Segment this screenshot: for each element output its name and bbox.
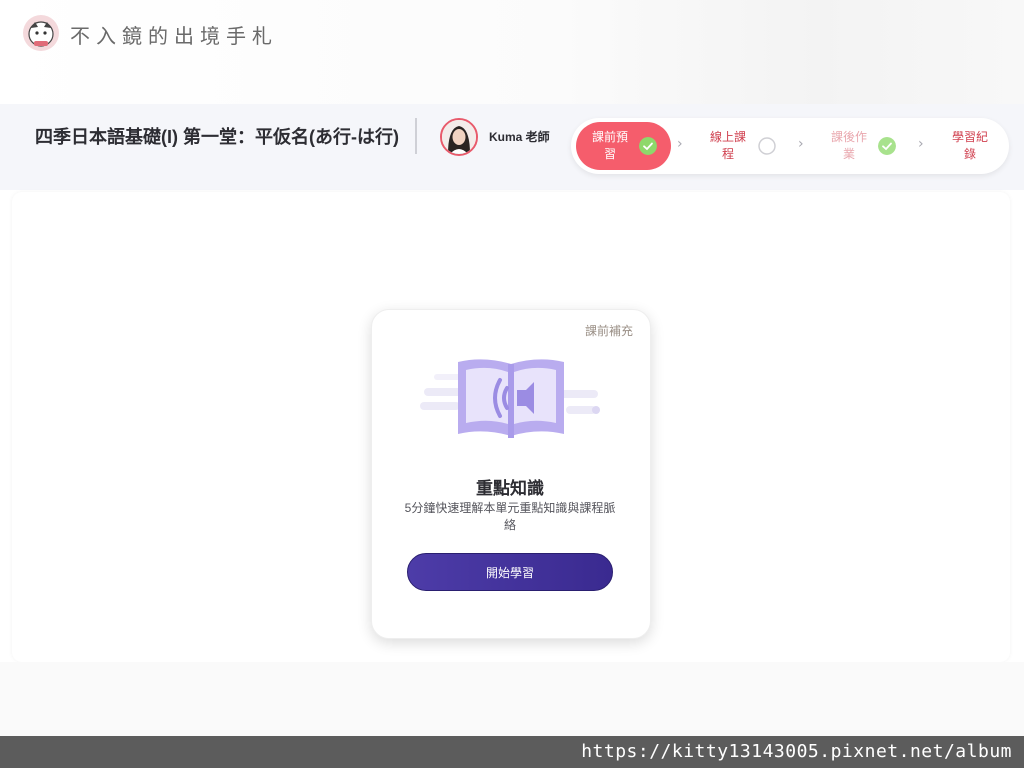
check-icon: [639, 137, 657, 155]
card-title: 重點知識: [476, 479, 544, 498]
teacher-avatar: [440, 118, 478, 156]
audio-book-icon: [420, 359, 600, 438]
check-icon: [878, 137, 896, 155]
card-tag: 課前補充: [585, 324, 634, 338]
header-divider: [415, 118, 417, 154]
bottom-area: [0, 662, 1024, 736]
chevron-right-icon: ›: [918, 136, 924, 152]
card-description: 5分鐘快速理解本單元重點知識與課程脈絡: [404, 501, 616, 532]
step-learning-record[interactable]: 學習紀錄: [950, 129, 990, 163]
watermark-url: https://kitty13143005.pixnet.net/album: [581, 741, 1012, 762]
circle-icon: [758, 137, 776, 155]
progress-steps: 課前預習 › 線上課程 › 課後作業 › 學習紀錄: [571, 118, 1009, 174]
step-homework[interactable]: 課後作業: [829, 129, 869, 163]
start-learning-button[interactable]: 開始學習: [407, 553, 613, 591]
step-online-course[interactable]: 線上課程: [708, 129, 748, 163]
blog-logo-icon: [23, 15, 59, 51]
chevron-right-icon: ›: [798, 136, 804, 152]
blog-header: [0, 0, 1024, 104]
step-pre-study[interactable]: 課前預習: [590, 129, 630, 163]
chevron-right-icon: ›: [677, 136, 683, 152]
blog-title: 不入鏡的出境手札: [70, 24, 278, 48]
course-title: 四季日本語基礎(I) 第一堂：平仮名(あ行-は行): [35, 127, 399, 147]
teacher-name: Kuma 老師: [489, 130, 550, 144]
